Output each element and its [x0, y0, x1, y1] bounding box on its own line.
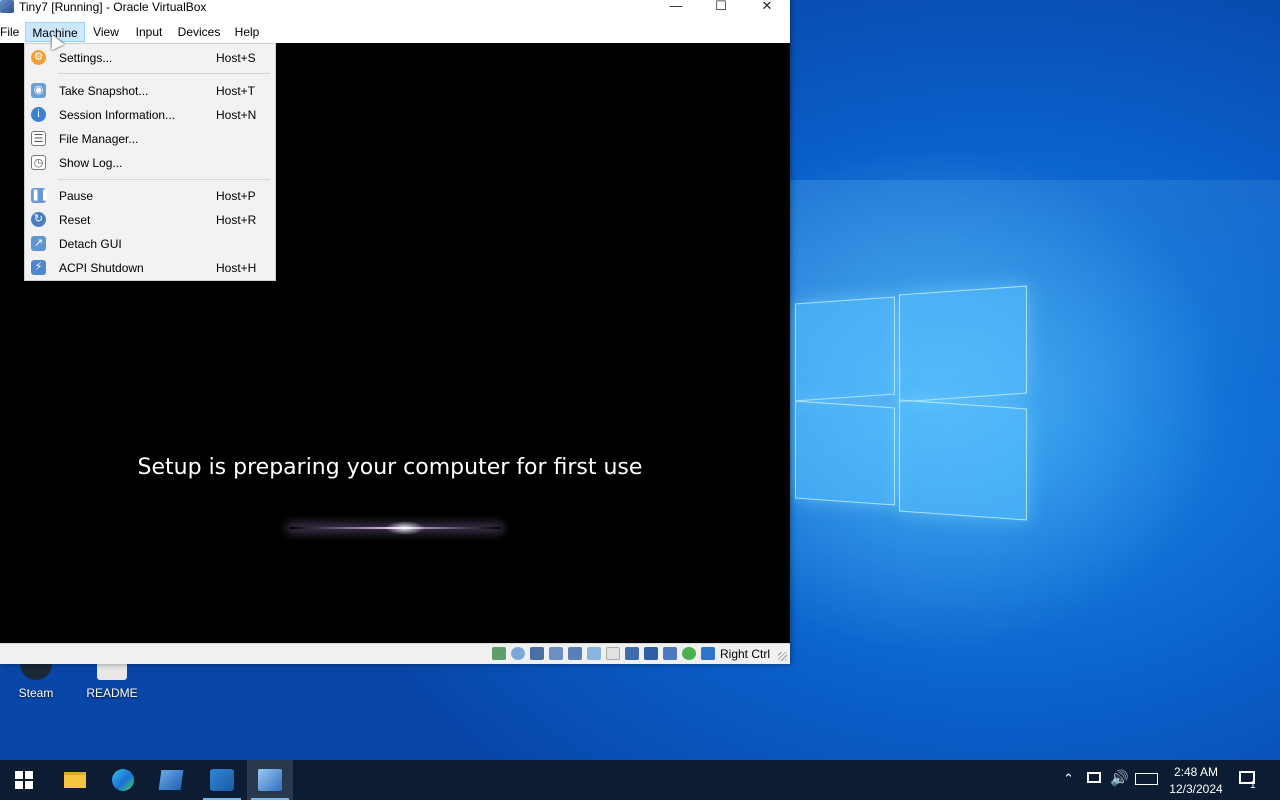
edge-icon: [112, 769, 134, 791]
menu-separator: [58, 179, 270, 180]
system-tray: ⌃ 🔊: [1058, 760, 1168, 800]
menu-item-reset[interactable]: ↻ Reset Host+R: [25, 209, 275, 231]
file-explorer-icon: [64, 772, 86, 788]
window-title: Tiny7 [Running] - Oracle VirtualBox: [19, 0, 207, 14]
settings-icon: ⚙: [31, 50, 46, 65]
taskbar-virtualbox-vm[interactable]: [247, 760, 293, 800]
network-icon[interactable]: [1087, 772, 1101, 783]
vscode-icon: [210, 769, 234, 791]
menu-item-settings[interactable]: ⚙ Settings... Host+S: [25, 47, 275, 69]
start-icon: [15, 771, 33, 789]
menu-bar: File Machine View Input Devices Help: [0, 20, 790, 43]
reset-icon: ↻: [31, 212, 46, 227]
chevron-up-icon[interactable]: ⌃: [1063, 771, 1074, 787]
menu-separator: [58, 73, 270, 74]
floppy-icon[interactable]: [530, 647, 544, 660]
clock[interactable]: 2:48 AM 12/3/2024: [1163, 764, 1229, 798]
pause-icon: ❚❚: [31, 188, 50, 203]
desktop-icon-steam[interactable]: Steam: [6, 660, 66, 700]
menu-devices[interactable]: Devices: [174, 22, 224, 42]
minimize-icon: —: [669, 0, 683, 13]
taskbar-virtualbox-manager[interactable]: [148, 760, 194, 800]
display-icon[interactable]: [625, 647, 639, 660]
maximize-icon: ☐: [715, 0, 727, 13]
close-icon: ✕: [761, 0, 773, 13]
log-icon: ◷: [31, 155, 46, 170]
keyboard-icon[interactable]: [701, 647, 715, 660]
virtualbox-manager-icon: [158, 770, 184, 790]
shutdown-icon: ⚡: [31, 260, 46, 275]
windows-logo-wallpaper: [795, 282, 1027, 522]
taskbar: ⌃ 🔊 2:48 AM 12/3/2024 1: [0, 760, 1280, 800]
hard-disk-icon[interactable]: [492, 647, 506, 660]
desktop-icon-label: Steam: [18, 686, 54, 700]
taskbar-edge[interactable]: [100, 760, 146, 800]
cpu-icon[interactable]: [663, 647, 677, 660]
mouse-integration-icon[interactable]: [682, 647, 696, 660]
keyboard-icon[interactable]: [1135, 773, 1158, 785]
status-bar: Right Ctrl: [0, 643, 790, 664]
resize-grip[interactable]: [778, 652, 787, 661]
machine-menu: ⚙ Settings... Host+S ◉ Take Snapshot... …: [24, 43, 276, 281]
desktop-icon-readme[interactable]: README: [82, 660, 142, 700]
clock-date: 12/3/2024: [1169, 782, 1223, 796]
setup-message: Setup is preparing your computer for fir…: [137, 455, 643, 480]
usb-icon[interactable]: [587, 647, 601, 660]
virtualbox-icon: [0, 0, 14, 13]
minimize-button[interactable]: —: [653, 0, 699, 16]
video-capture-icon[interactable]: [644, 647, 658, 660]
menu-item-acpi-shutdown[interactable]: ⚡ ACPI Shutdown Host+H: [25, 257, 275, 279]
audio-icon[interactable]: [549, 647, 563, 660]
taskbar-file-explorer[interactable]: [52, 760, 98, 800]
host-key-label: Right Ctrl: [720, 647, 771, 661]
shared-folders-icon[interactable]: [606, 647, 620, 660]
menu-item-take-snapshot[interactable]: ◉ Take Snapshot... Host+T: [25, 80, 275, 102]
maximize-button[interactable]: ☐: [698, 0, 744, 16]
info-icon: i: [31, 107, 46, 122]
detach-icon: ↗: [31, 236, 46, 251]
clock-time: 2:48 AM: [1173, 765, 1219, 779]
taskbar-vscode[interactable]: [199, 760, 245, 800]
desktop-icon-label: README: [86, 686, 138, 700]
menu-item-detach-gui[interactable]: ↗ Detach GUI: [25, 233, 275, 255]
start-button[interactable]: [0, 760, 46, 800]
menu-input[interactable]: Input: [130, 22, 168, 42]
snapshot-icon: ◉: [31, 83, 46, 98]
menu-help[interactable]: Help: [230, 22, 264, 42]
menu-item-session-information[interactable]: i Session Information... Host+N: [25, 104, 275, 126]
title-bar[interactable]: Tiny7 [Running] - Oracle VirtualBox — ☐ …: [0, 0, 790, 20]
menu-file[interactable]: File: [0, 22, 19, 42]
action-center-button[interactable]: 1: [1236, 760, 1272, 800]
file-manager-icon: ☰: [31, 131, 46, 146]
menu-item-show-log[interactable]: ◷ Show Log...: [25, 152, 275, 174]
menu-view[interactable]: View: [89, 22, 123, 42]
menu-item-file-manager[interactable]: ☰ File Manager...: [25, 128, 275, 150]
volume-icon[interactable]: 🔊: [1110, 769, 1129, 787]
close-button[interactable]: ✕: [744, 0, 790, 16]
virtualbox-vm-icon: [258, 769, 282, 791]
optical-drive-icon[interactable]: [511, 647, 525, 660]
network-icon[interactable]: [568, 647, 582, 660]
menu-item-pause[interactable]: ❚❚ Pause Host+P: [25, 185, 275, 207]
notification-count: 1: [1250, 780, 1256, 791]
